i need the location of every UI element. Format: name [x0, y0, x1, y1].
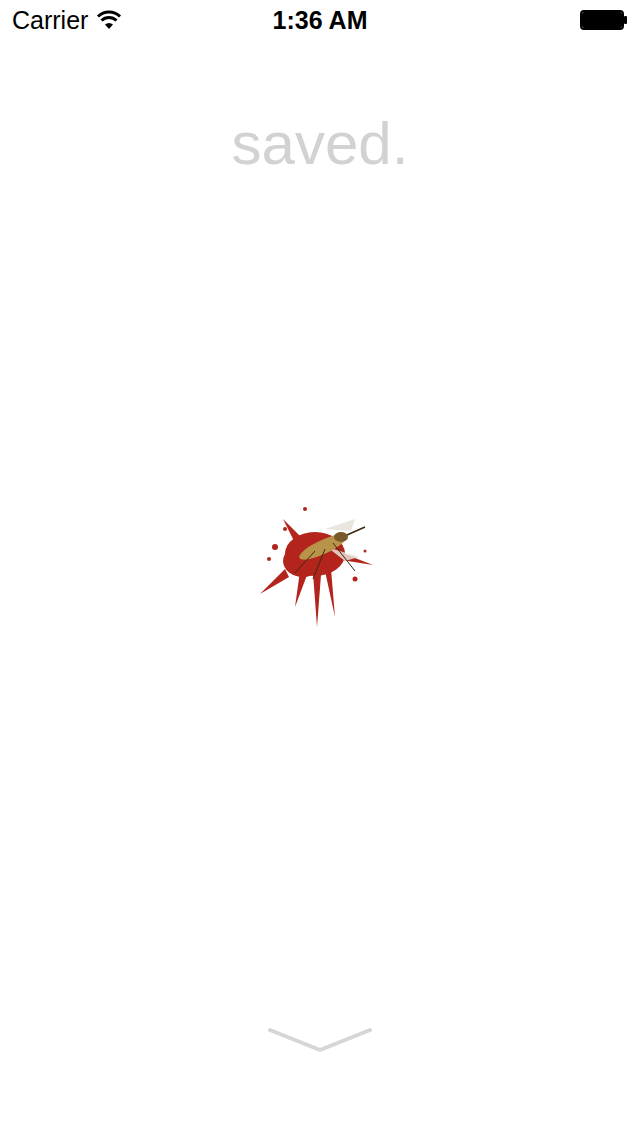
status-bar: Carrier 1:36 AM — [0, 0, 640, 40]
wifi-icon — [96, 10, 122, 30]
saved-screen: Carrier 1:36 AM saved. — [0, 0, 640, 1136]
status-time: 1:36 AM — [273, 5, 368, 35]
chevron-down-icon — [268, 1026, 372, 1054]
status-left: Carrier — [12, 5, 273, 35]
splat-image — [255, 499, 385, 631]
splat-picture — [255, 499, 385, 631]
battery-icon — [580, 10, 628, 30]
status-right — [367, 10, 628, 30]
content-area — [0, 184, 640, 1026]
carrier-label: Carrier — [12, 5, 88, 35]
bottom-bar — [0, 1026, 640, 1136]
dismiss-button[interactable] — [268, 1026, 372, 1054]
saved-title: saved. — [0, 40, 640, 184]
